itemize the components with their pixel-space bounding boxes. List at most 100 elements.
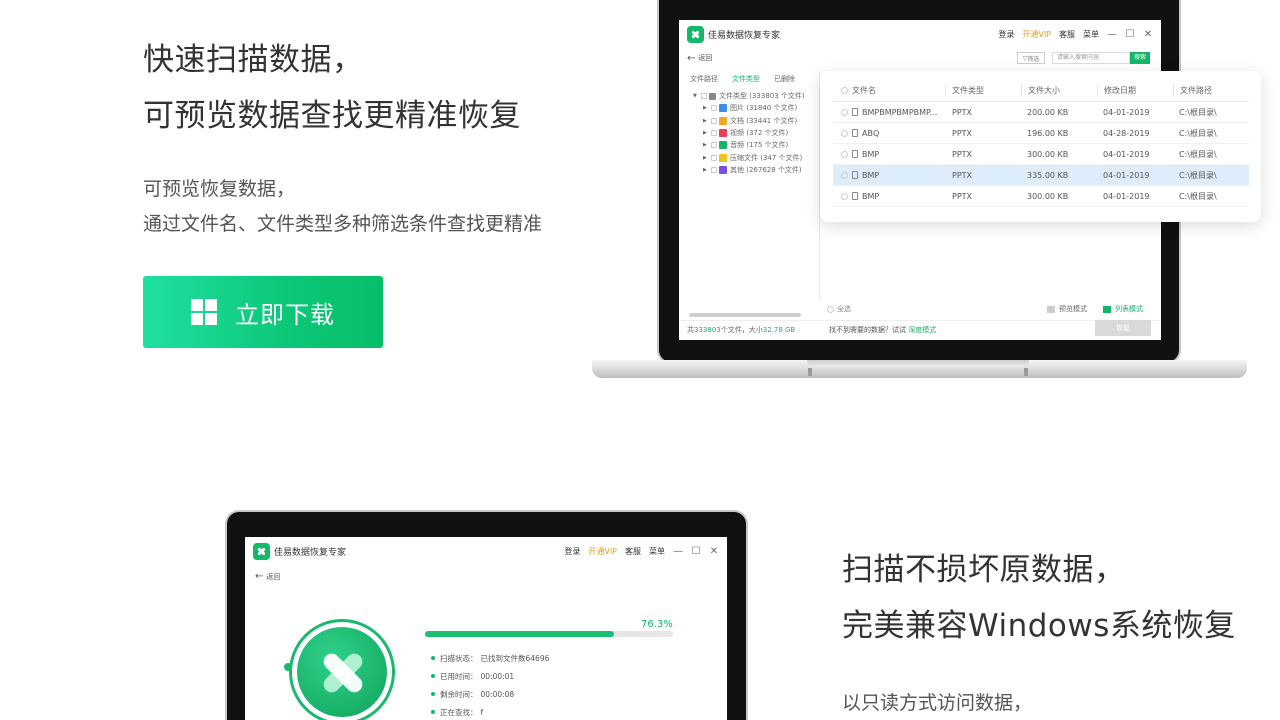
checkbox[interactable] bbox=[711, 117, 717, 124]
header-file-path[interactable]: 文件路径 bbox=[1173, 85, 1249, 96]
vip-link[interactable]: 开通VIP bbox=[588, 546, 617, 557]
tree-item[interactable]: ▶ 压缩文件 (347 个文件) bbox=[693, 151, 823, 163]
restore-button[interactable]: 恢复 bbox=[1095, 320, 1151, 336]
row-checkbox[interactable] bbox=[841, 129, 848, 137]
checkbox[interactable] bbox=[711, 105, 717, 112]
checkbox[interactable] bbox=[711, 142, 717, 149]
tree-item-label: 文档 (33441 个文件) bbox=[730, 116, 798, 125]
download-button-label: 立即下载 bbox=[235, 300, 335, 329]
scan-detail-label: 剩余时间： bbox=[440, 689, 478, 699]
login-link[interactable]: 登录 bbox=[998, 29, 1014, 40]
preview-mode-button[interactable]: 预览模式 bbox=[1047, 304, 1087, 314]
service-link[interactable]: 客服 bbox=[625, 546, 641, 557]
checkbox[interactable] bbox=[711, 130, 717, 137]
document-icon bbox=[852, 129, 858, 137]
headline-line-2: 可预览数据查找更精准恢复 bbox=[143, 98, 521, 134]
header-modified-date[interactable]: 修改日期 bbox=[1097, 85, 1173, 96]
cell-modified-date: 04-01-2019 bbox=[1103, 191, 1150, 201]
back-button[interactable]: ← 返回 bbox=[687, 53, 712, 64]
tree-item[interactable]: ▶ 音频 (175 个文件) bbox=[693, 139, 823, 151]
scan-detail-value: 00:00:08 bbox=[480, 689, 515, 699]
table-header: 文件名 文件类型 文件大小 修改日期 文件路径 bbox=[833, 80, 1249, 102]
vip-link[interactable]: 开通VIP bbox=[1022, 29, 1051, 40]
maximize-icon[interactable]: ☐ bbox=[1125, 29, 1135, 40]
expand-right-icon[interactable]: ▶ bbox=[703, 167, 711, 173]
scan-logo-icon bbox=[297, 627, 387, 717]
header-checkbox[interactable] bbox=[841, 87, 848, 94]
expand-right-icon[interactable]: ▶ bbox=[703, 142, 711, 148]
search-input[interactable]: 请输入搜索内容 bbox=[1052, 52, 1130, 64]
expand-right-icon[interactable]: ▶ bbox=[703, 118, 711, 124]
row-checkbox[interactable] bbox=[841, 108, 848, 116]
minimize-icon[interactable]: — bbox=[1107, 29, 1117, 40]
total-size: 32.78 GB bbox=[762, 326, 796, 334]
scan-detail-label: 扫描状态： bbox=[440, 653, 478, 663]
menu-link[interactable]: 菜单 bbox=[1083, 29, 1099, 40]
select-all[interactable]: 全选 bbox=[827, 304, 851, 314]
status-prefix: 共 bbox=[687, 326, 694, 334]
expand-right-icon[interactable]: ▶ bbox=[703, 105, 711, 111]
bullet-icon bbox=[431, 656, 435, 660]
header-file-name[interactable]: 文件名 bbox=[833, 85, 945, 96]
table-row[interactable]: ABQ PPTX 196.00 KB 04-28-2019 C:\根目录\ bbox=[833, 123, 1249, 144]
row-checkbox[interactable] bbox=[841, 150, 848, 158]
select-all-checkbox[interactable] bbox=[827, 305, 834, 313]
search-button[interactable]: 搜索 bbox=[1130, 52, 1150, 64]
app-name: 佳易数据恢复专家 bbox=[708, 30, 781, 41]
windows-icon bbox=[191, 299, 217, 325]
bullet-icon bbox=[431, 710, 435, 714]
tree-item[interactable]: ▶ 视频 (372 个文件) bbox=[693, 127, 823, 139]
scan-details: 扫描状态： 已找到文件数64696 已用时间： 00:00:01 剩余时间： 00:00:… bbox=[431, 649, 549, 720]
close-icon[interactable]: ✕ bbox=[709, 546, 719, 557]
scan-detail-item: 正在查找： f bbox=[431, 703, 549, 720]
expand-right-icon[interactable]: ▶ bbox=[703, 155, 711, 161]
list-mode-button[interactable]: 列表模式 bbox=[1103, 304, 1143, 314]
description-line-1: 可预览恢复数据， bbox=[143, 178, 296, 200]
tree-item[interactable]: ▶ 图片 (31840 个文件) bbox=[693, 102, 823, 114]
tab-deleted[interactable]: 已删除 bbox=[774, 74, 795, 84]
tree-item[interactable]: ▶ 其他 (267628 个文件) bbox=[693, 164, 823, 176]
close-icon[interactable]: ✕ bbox=[1143, 29, 1153, 40]
section2-headline: 扫描不损坏原数据， 完美兼容Windows系统恢复 bbox=[842, 542, 1272, 654]
scan-detail-value: 00:00:01 bbox=[480, 671, 515, 681]
headline-line-2: 完美兼容Windows系统恢复 bbox=[842, 608, 1236, 644]
back-label: 返回 bbox=[698, 54, 713, 62]
app-name-2: 佳易数据恢复专家 bbox=[274, 547, 347, 558]
login-link[interactable]: 登录 bbox=[564, 546, 580, 557]
checkbox[interactable] bbox=[701, 93, 707, 100]
table-row[interactable]: BMP PPTX 300.00 KB 04-01-2019 C:\根目录\ bbox=[833, 186, 1249, 207]
laptop-foot bbox=[808, 368, 812, 376]
checkbox[interactable] bbox=[711, 154, 717, 161]
tab-file-type[interactable]: 文件类型 bbox=[732, 74, 760, 84]
tree-item[interactable]: ▶ 文档 (33441 个文件) bbox=[693, 115, 823, 127]
minimize-icon[interactable]: — bbox=[673, 546, 683, 557]
bullet-icon bbox=[431, 692, 435, 696]
download-button[interactable]: 立即下载 bbox=[143, 276, 383, 348]
back-button-2[interactable]: ← 返回 bbox=[255, 571, 280, 582]
menu-link[interactable]: 菜单 bbox=[649, 546, 665, 557]
scan-progress-bar bbox=[425, 631, 673, 637]
scan-detail-value: f bbox=[480, 707, 484, 717]
filter-button[interactable]: ▽ 筛选 bbox=[1017, 52, 1045, 64]
title-bar: 佳易数据恢复专家 登录 开通VIP 客服 菜单 — ☐ ✕ bbox=[679, 20, 1161, 48]
tree-root[interactable]: ▼ 文件类型 (333803 个文件) bbox=[693, 90, 823, 102]
row-checkbox[interactable] bbox=[841, 171, 848, 179]
table-row[interactable]: BMP PPTX 300.00 KB 04-01-2019 C:\根目录\ bbox=[833, 144, 1249, 165]
cell-file-path: C:\根目录\ bbox=[1179, 170, 1217, 180]
maximize-icon[interactable]: ☐ bbox=[691, 546, 701, 557]
header-file-size[interactable]: 文件大小 bbox=[1021, 85, 1097, 96]
cell-file-name: BMP bbox=[833, 171, 945, 180]
table-row[interactable]: BMP PPTX 335.00 KB 04-01-2019 C:\根目录\ bbox=[833, 165, 1249, 186]
cell-file-type: PPTX bbox=[952, 149, 973, 159]
file-name: BMP bbox=[862, 170, 880, 180]
expand-right-icon[interactable]: ▶ bbox=[703, 130, 711, 136]
service-link[interactable]: 客服 bbox=[1059, 29, 1075, 40]
checkbox[interactable] bbox=[711, 166, 717, 173]
tab-file-path[interactable]: 文件路径 bbox=[690, 74, 718, 84]
row-checkbox[interactable] bbox=[841, 192, 848, 200]
deep-mode-link[interactable]: 深度模式 bbox=[908, 326, 936, 334]
header-file-type[interactable]: 文件类型 bbox=[945, 85, 1021, 96]
back-label: 返回 bbox=[266, 572, 281, 581]
expand-down-icon[interactable]: ▼ bbox=[693, 93, 701, 99]
table-row[interactable]: BMPBMPBMPBMP... PPTX 200.00 KB 04-01-2019 C:… bbox=[833, 102, 1249, 123]
